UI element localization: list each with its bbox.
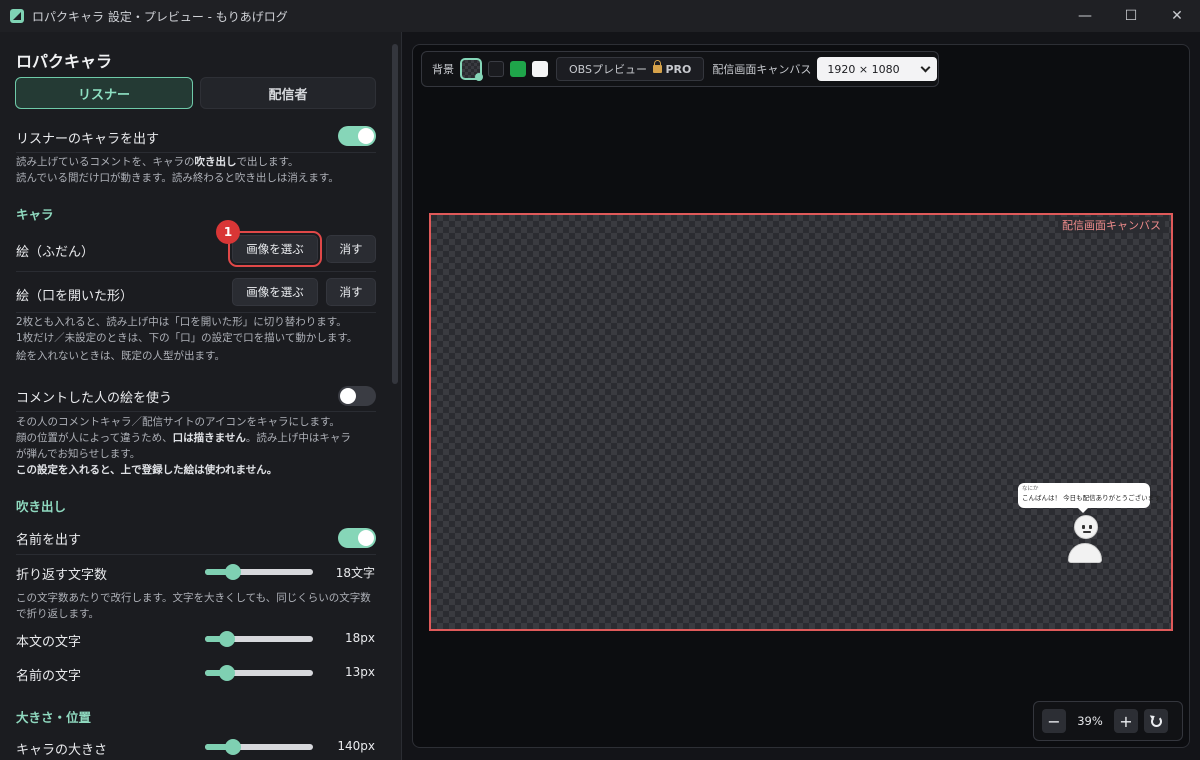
chara-head [1074,515,1098,539]
listener-chara-toggle[interactable] [338,126,376,146]
lock-icon [653,60,662,73]
wrap-chars-value: 18文字 [335,566,375,580]
clear-open-mouth-image-button[interactable]: 消す [326,278,376,306]
name-font-value: 13px [345,665,375,679]
pro-label: PRO [665,63,692,76]
divider [16,554,376,555]
show-name-label: 名前を出す [16,533,82,548]
stream-canvas: 配信画面キャンバス なにか こんばんは！ 今日も配信ありがとうございます [429,213,1173,631]
chara-mouth [1083,531,1091,533]
commenter-image-toggle[interactable] [338,386,376,406]
chara-eye [1089,525,1092,529]
slider-thumb[interactable] [218,631,235,647]
pro-badge: PRO [653,60,692,76]
wrap-chars-desc: この文字数あたりで改行します。文字を大きくしても、同じくらいの文字数 で折り返し… [16,592,371,620]
maximize-button[interactable]: ☐ [1108,0,1154,32]
panel-title: ロパクキャラ [16,52,113,71]
slider-thumb[interactable] [218,665,235,681]
title-bar: ロパクキャラ 設定・プレビュー - もりあげログ — ☐ ✕ [0,0,1200,32]
wrap-chars-label: 折り返す文字数 [16,568,108,583]
chara-eye [1082,525,1085,529]
name-font-slider[interactable] [205,665,313,681]
obs-preview-button[interactable]: OBSプレビュー PRO [556,57,705,81]
toggle-knob [340,388,356,404]
chara-size-label: キャラの大きさ [16,743,108,758]
divider [16,152,376,153]
minimize-button[interactable]: — [1062,0,1108,32]
commenter-image-label: コメントした人の絵を使う [16,391,173,406]
chara-size-value: 140px [337,739,375,753]
preview-area: 背景 OBSプレビュー PRO 配信画面キャンバス 1920 × 1080 配信… [402,32,1200,760]
normal-image-label: 絵（ふだん） [16,245,95,260]
zoom-controls: − 39% + [1033,701,1183,741]
listener-chara-desc: 読み上げているコメントを、キャラの吹き出しで出します。 読んでいる間だけ口が動き… [16,156,339,184]
window-title: ロパクキャラ 設定・プレビュー - もりあげログ [32,9,288,24]
canvas-tag: 配信画面キャンバス [1058,217,1165,233]
show-name-toggle[interactable] [338,528,376,548]
zoom-reset-button[interactable] [1144,709,1168,733]
canvas-size-select[interactable]: 1920 × 1080 [817,57,938,81]
scrollbar-thumb[interactable] [392,44,398,384]
zoom-out-button[interactable]: − [1042,709,1066,733]
bubble-text: こんばんは！ 今日も配信ありがとうございます [1022,494,1161,502]
body-font-label: 本文の文字 [16,635,82,650]
toggle-knob [358,530,374,546]
settings-scrollbar[interactable] [392,40,398,760]
clear-normal-image-button[interactable]: 消す [326,235,376,263]
listener-chara-label: リスナーのキャラを出す [16,132,160,147]
preview-frame: 背景 OBSプレビュー PRO 配信画面キャンバス 1920 × 1080 配信… [412,44,1190,748]
body-font-value: 18px [345,631,375,645]
transparent-swatch[interactable] [460,58,483,81]
divider [16,271,376,272]
black-swatch[interactable] [488,61,504,77]
default-chara-figure [1067,515,1103,563]
wrap-chars-slider[interactable] [205,564,313,580]
divider [16,411,376,412]
choose-open-mouth-image-button[interactable]: 画像を選ぶ [232,278,318,306]
canvas-size-value: 1920 × 1080 [827,62,900,76]
slider-thumb[interactable] [225,564,242,580]
toggle-knob [358,128,374,144]
chara-body [1068,543,1102,563]
tab-streamer[interactable]: 配信者 [200,77,376,109]
body-font-slider[interactable] [205,631,313,647]
divider [16,312,376,313]
chara-images-desc: 2枚とも入れると、読み上げ中は「口を開いた形」に切り替わります。 1枚だけ／未設… [16,316,358,362]
step-badge: 1 [216,220,240,244]
close-button[interactable]: ✕ [1154,0,1200,32]
canvas-size-label: 配信画面キャンバス [712,63,812,76]
background-label: 背景 [432,63,454,76]
zoom-in-button[interactable]: + [1114,709,1138,733]
chara-size-slider[interactable] [205,739,313,755]
section-size-title: 大きさ・位置 [16,710,92,725]
obs-preview-label: OBSプレビュー [569,63,647,76]
app-icon [10,9,24,23]
green-swatch[interactable] [510,61,526,77]
reset-icon [1150,715,1162,727]
section-bubble-title: 吹き出し [16,499,67,514]
window-controls: — ☐ ✕ [1062,0,1200,32]
settings-panel: ロパクキャラ リスナー 配信者 リスナーのキャラを出す 読み上げているコメントを… [0,32,402,760]
slider-thumb[interactable] [225,739,242,755]
bubble-name: なにか [1022,486,1039,492]
white-swatch[interactable] [532,61,548,77]
open-mouth-image-label: 絵（口を開いた形） [16,289,134,304]
zoom-level: 39% [1077,714,1103,728]
selected-dot [475,73,483,81]
choose-normal-image-button[interactable]: 画像を選ぶ [228,231,322,267]
commenter-image-desc: その人のコメントキャラ／配信サイトのアイコンをキャラにします。 顔の位置が人によ… [16,416,351,476]
section-chara-title: キャラ [16,207,54,222]
speech-bubble: なにか こんばんは！ 今日も配信ありがとうございます [1018,483,1161,513]
preview-toolbar: 背景 OBSプレビュー PRO 配信画面キャンバス 1920 × 1080 [421,51,939,87]
chevron-down-icon [920,62,931,72]
tab-listener[interactable]: リスナー [15,77,193,109]
name-font-label: 名前の文字 [16,669,82,684]
